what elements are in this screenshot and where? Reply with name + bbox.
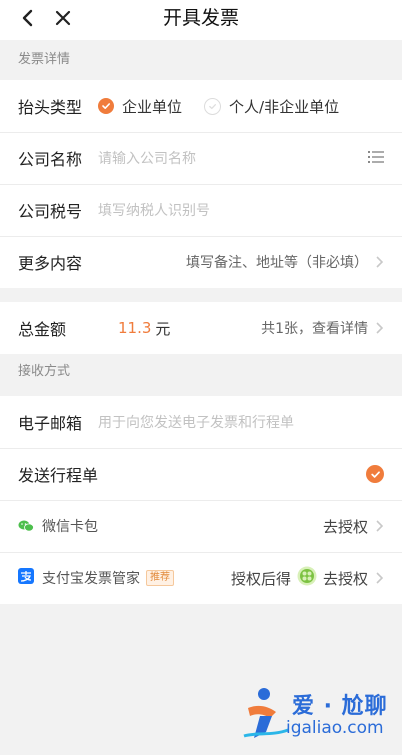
header-type-row: 抬头类型 企业单位 个人/非企业单位 xyxy=(0,80,402,132)
watermark-title: 爱 · 尬聊 xyxy=(292,694,388,719)
option-personal[interactable]: 个人/非企业单位 xyxy=(204,96,339,117)
total-amount-row[interactable]: 总金额 11.3 元 共1张，查看详情 xyxy=(0,302,402,354)
more-content-hint: 填写备注、地址等（非必填） xyxy=(186,255,368,271)
chevron-right-icon xyxy=(376,572,384,584)
wechat-card-label: 微信卡包 xyxy=(42,519,98,535)
chevron-right-icon xyxy=(376,256,384,268)
email-input[interactable]: 用于向您发送电子发票和行程单 xyxy=(98,412,294,432)
alipay-reward-text: 授权后得 xyxy=(230,569,291,588)
more-content-label: 更多内容 xyxy=(18,254,83,273)
send-trip-label: 发送行程单 xyxy=(18,466,99,485)
option-company[interactable]: 企业单位 xyxy=(98,96,182,117)
back-icon[interactable] xyxy=(14,5,40,31)
radio-unchecked-icon xyxy=(204,97,222,115)
nav-bar: 开具发票 xyxy=(0,0,402,40)
watermark-url: igaliao.com xyxy=(286,718,384,738)
email-row[interactable]: 电子邮箱 用于向您发送电子发票和行程单 xyxy=(0,396,402,448)
company-name-label: 公司名称 xyxy=(18,150,83,169)
receive-card: 电子邮箱 用于向您发送电子发票和行程单 发送行程单 微信卡包 去授权 支付宝发票… xyxy=(0,396,402,604)
alipay-icon xyxy=(18,568,34,588)
close-icon[interactable] xyxy=(50,5,76,31)
invoice-details-card: 抬头类型 企业单位 个人/非企业单位 公司名称 请输入公司名称 公司税号 填写纳… xyxy=(0,80,402,288)
send-trip-row[interactable]: 发送行程单 xyxy=(0,448,402,500)
total-detail-link[interactable]: 共1张，查看详情 xyxy=(261,318,368,338)
company-name-row[interactable]: 公司名称 请输入公司名称 xyxy=(0,132,402,184)
section-label-receive: 接收方式 xyxy=(0,354,402,396)
option-company-label: 企业单位 xyxy=(122,97,183,116)
total-amount-label: 总金额 xyxy=(18,320,67,339)
total-card: 总金额 11.3 元 共1张，查看详情 xyxy=(0,302,402,354)
list-icon[interactable] xyxy=(368,149,384,168)
alipay-authorize-button[interactable]: 去授权 xyxy=(323,568,368,589)
chevron-right-icon xyxy=(376,520,384,532)
checkbox-checked-icon[interactable] xyxy=(366,465,384,483)
tax-number-input[interactable]: 填写纳税人识别号 xyxy=(98,200,210,220)
wechat-icon xyxy=(18,517,34,536)
option-personal-label: 个人/非企业单位 xyxy=(229,97,340,116)
radio-checked-icon xyxy=(98,98,114,114)
section-label-details: 发票详情 xyxy=(0,40,402,80)
email-label: 电子邮箱 xyxy=(18,414,83,433)
wechat-authorize-button[interactable]: 去授权 xyxy=(323,516,368,537)
more-content-row[interactable]: 更多内容 填写备注、地址等（非必填） xyxy=(0,236,402,288)
recommend-badge: 推荐 xyxy=(146,570,174,586)
watermark-logo: 爱 · 尬聊 igaliao.com xyxy=(242,684,402,750)
tax-number-label: 公司税号 xyxy=(18,202,83,221)
alipay-label: 支付宝发票管家 xyxy=(42,571,140,587)
header-type-label: 抬头类型 xyxy=(18,98,83,117)
tax-number-row[interactable]: 公司税号 填写纳税人识别号 xyxy=(0,184,402,236)
total-amount-value: 11.3 xyxy=(118,319,152,337)
reward-icon xyxy=(297,566,317,590)
chevron-right-icon xyxy=(376,322,384,334)
wechat-card-row[interactable]: 微信卡包 去授权 xyxy=(0,500,402,552)
company-name-input[interactable]: 请输入公司名称 xyxy=(98,148,196,168)
total-amount-unit: 元 xyxy=(155,319,171,338)
alipay-row[interactable]: 支付宝发票管家 推荐 授权后得 去授权 xyxy=(0,552,402,604)
